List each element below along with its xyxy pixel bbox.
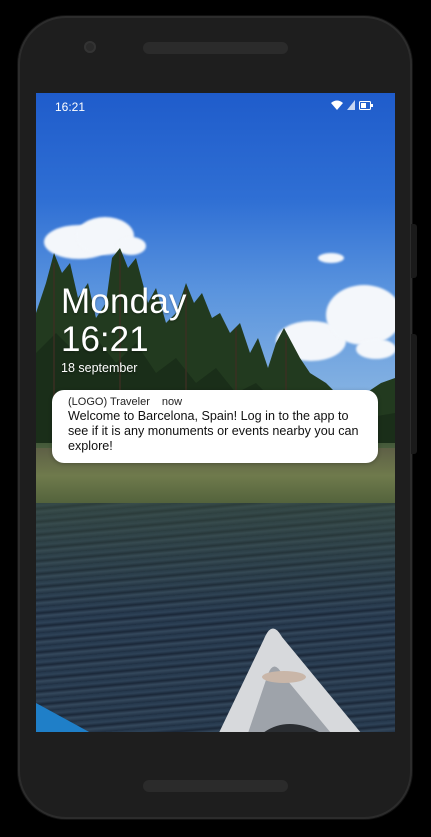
wifi-icon [331, 100, 343, 110]
battery-icon [359, 100, 373, 110]
notification-card[interactable]: (LOGO) Traveler now Welcome to Barcelona… [52, 390, 378, 463]
lock-clock: Monday 16:21 18 september [61, 282, 187, 376]
lock-screen: 16:21 Monday 16:21 18 september (LOGO) T… [36, 93, 395, 732]
paddle-edge [36, 703, 90, 732]
notification-time: now [161, 396, 183, 408]
notification-message: Welcome to Barcelona, Spain! Log in to t… [68, 409, 359, 453]
lock-day: Monday [61, 282, 187, 321]
volume-button[interactable] [411, 224, 417, 278]
status-time: 16:21 [55, 100, 86, 114]
kayak-bow [219, 628, 361, 732]
earpiece-speaker [143, 42, 288, 54]
wallpaper-reflection [36, 503, 395, 613]
lock-date: 18 september [61, 361, 138, 375]
status-icons [331, 100, 373, 110]
status-bar: 16:21 [36, 93, 395, 121]
front-camera [84, 41, 96, 53]
lock-time: 16:21 [61, 320, 149, 359]
bottom-speaker [143, 780, 288, 792]
power-button[interactable] [411, 334, 417, 454]
signal-icon [347, 100, 355, 110]
notification-header: (LOGO) Traveler now [68, 396, 182, 408]
notification-app-name: (LOGO) Traveler [68, 396, 150, 408]
